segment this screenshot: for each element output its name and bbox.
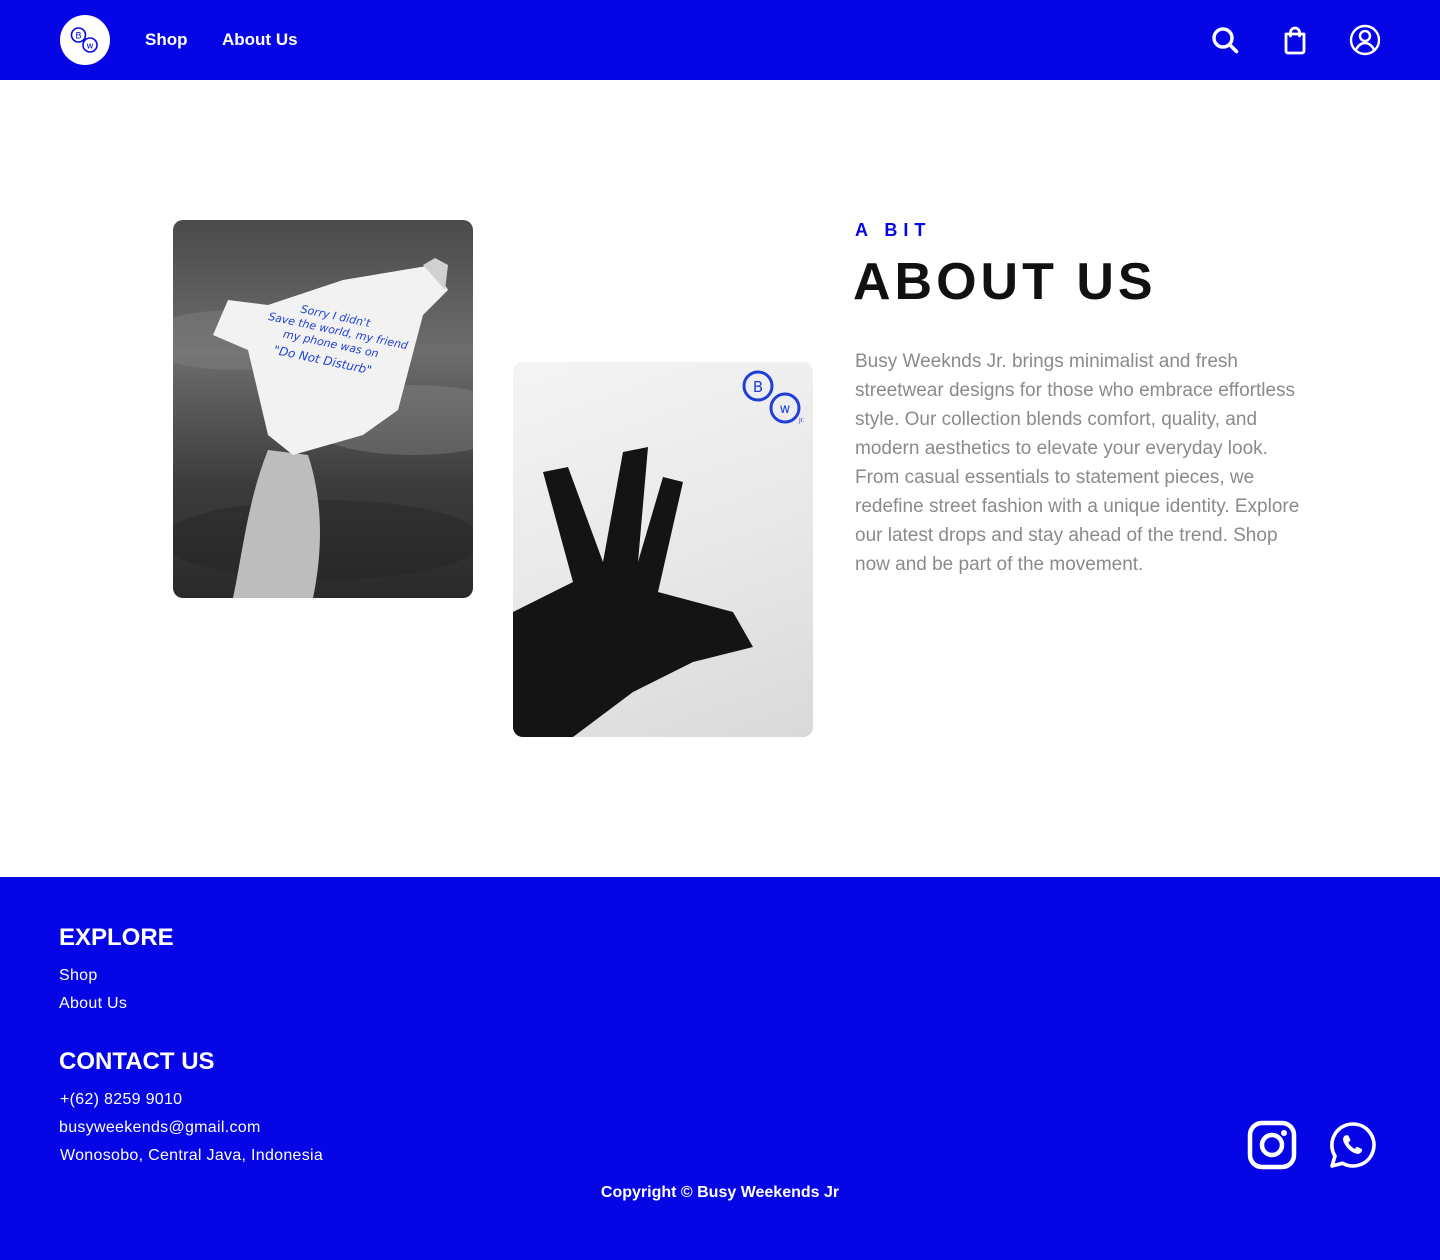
svg-text:w: w (780, 402, 791, 417)
contact-heading: CONTACT US (59, 1048, 215, 1075)
about-eyebrow: A BIT (855, 220, 932, 240)
bw-logo-icon: B w (70, 27, 98, 53)
instagram-icon[interactable] (1247, 1120, 1297, 1170)
contact-phone: +(62) 8259 9010 (60, 1091, 183, 1108)
photo-shirt-raised: Sorry I didn't Save the world, my friend… (173, 220, 473, 598)
photo-reaching-hand: B w Jr. (513, 362, 813, 737)
site-footer: EXPLORE Shop About Us CONTACT US +(62) 8… (0, 877, 1440, 1260)
svg-text:w: w (87, 42, 94, 52)
bw-jr-stamp-icon: B w Jr. (742, 370, 805, 424)
brand-logo[interactable]: B w (60, 15, 110, 65)
search-icon[interactable] (1207, 22, 1243, 58)
nav-about-link[interactable]: About Us (222, 29, 298, 51)
svg-text:B: B (753, 378, 763, 396)
about-title: ABOUT US (853, 253, 1157, 311)
contact-email: busyweekends@gmail.com (59, 1119, 261, 1136)
footer-about-link[interactable]: About Us (59, 994, 127, 1014)
svg-text:B: B (75, 32, 81, 42)
footer-shop-link[interactable]: Shop (59, 966, 98, 986)
shopping-bag-icon[interactable] (1277, 22, 1313, 58)
user-account-icon[interactable] (1347, 22, 1383, 58)
nav-shop-link[interactable]: Shop (145, 29, 188, 51)
copyright-text: Copyright © Busy Weekends Jr (600, 1184, 840, 1201)
about-description: Busy Weeknds Jr. brings minimalist and f… (855, 351, 1300, 575)
top-navbar: B w Shop About Us (0, 0, 1440, 80)
whatsapp-icon[interactable] (1328, 1120, 1378, 1170)
explore-heading: EXPLORE (59, 924, 174, 951)
contact-address: Wonosobo, Central Java, Indonesia (60, 1147, 324, 1164)
svg-text:Jr.: Jr. (798, 417, 805, 424)
